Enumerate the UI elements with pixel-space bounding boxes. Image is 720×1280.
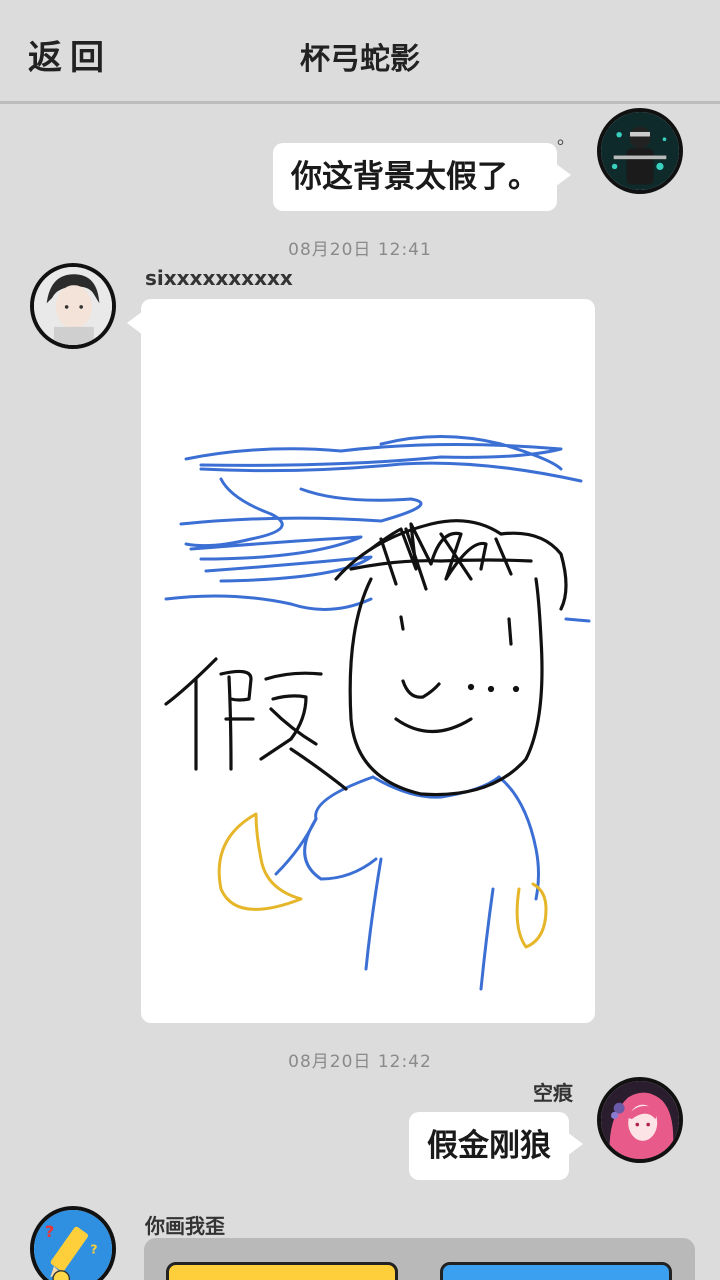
timestamp: 08月20日 12:42: [288, 1052, 432, 1072]
avatar-user-pink[interactable]: [597, 1077, 683, 1163]
avatar-user-ninja[interactable]: [597, 108, 683, 194]
sketch-drawing: [164, 435, 591, 991]
chat-title: 杯弓蛇影: [300, 42, 420, 77]
sender-name: sixxxxxxxxxx: [145, 266, 293, 290]
read-marker: 。: [557, 128, 575, 149]
sender-name: 你画我歪: [145, 1214, 225, 1238]
chat-screen: 返回 杯弓蛇影 。 你这背景太假了。 08月20日 12:41 sixxxxxx…: [0, 0, 720, 1280]
svg-text:?: ?: [45, 1222, 54, 1241]
message-bubble[interactable]: 假金刚狼: [409, 1112, 583, 1180]
avatar-game-bot[interactable]: ? ?: [30, 1206, 116, 1280]
message-bubble[interactable]: 你这背景太假了。: [273, 143, 571, 211]
ninja-avatar-icon: [601, 112, 679, 190]
game-option-blue-button[interactable]: [440, 1262, 672, 1280]
timestamp: 08月20日 12:41: [288, 240, 432, 260]
sender-name: 空痕: [533, 1081, 573, 1105]
drawing-message[interactable]: [127, 299, 595, 1023]
pink-hair-avatar-icon: [601, 1081, 679, 1159]
portrait-avatar-icon: [34, 267, 112, 345]
pencil-avatar-icon: ? ?: [34, 1210, 112, 1280]
game-option-yellow-button[interactable]: [166, 1262, 398, 1280]
avatar-user-six[interactable]: [30, 263, 116, 349]
game-invite-card[interactable]: [144, 1238, 695, 1280]
svg-text:?: ?: [90, 1242, 97, 1257]
top-bar: 返回 杯弓蛇影: [0, 0, 720, 104]
